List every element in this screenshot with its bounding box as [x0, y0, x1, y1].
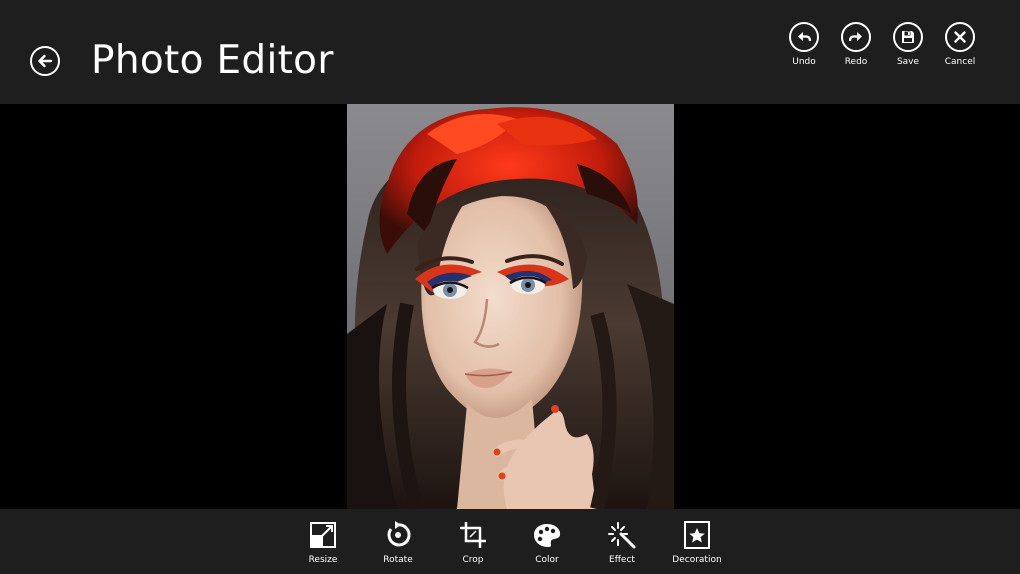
undo-icon: [798, 32, 812, 42]
undo-label: Undo: [792, 57, 816, 67]
save-icon: [902, 31, 914, 43]
rotate-icon: [387, 521, 411, 547]
effect-label: Effect: [609, 555, 635, 565]
bottom-toolbar: Resize Rotate Crop Color Effect Decorati…: [0, 509, 1020, 574]
color-tool-button[interactable]: Color: [511, 521, 583, 565]
decoration-label: Decoration: [672, 555, 722, 565]
back-button[interactable]: [30, 46, 60, 76]
resize-tool-button[interactable]: Resize: [287, 521, 359, 565]
resize-label: Resize: [308, 555, 338, 565]
page-title: Photo Editor: [91, 38, 334, 83]
back-arrow-icon: [38, 54, 53, 68]
save-button[interactable]: Save: [882, 22, 934, 67]
star-frame-icon: [684, 521, 710, 549]
redo-label: Redo: [844, 57, 868, 67]
save-label: Save: [896, 57, 920, 67]
undo-button[interactable]: Undo: [778, 22, 830, 67]
redo-icon: [848, 32, 862, 42]
magic-wand-icon: [608, 522, 636, 549]
cancel-label: Cancel: [944, 57, 976, 67]
color-label: Color: [535, 555, 559, 565]
resize-icon: [310, 522, 336, 548]
cancel-icon: [954, 31, 966, 43]
decoration-tool-button[interactable]: Decoration: [661, 521, 733, 565]
top-app-bar: Photo Editor Undo Redo Save Cancel: [0, 0, 1020, 104]
redo-button[interactable]: Redo: [830, 22, 882, 67]
crop-tool-button[interactable]: Crop: [437, 521, 509, 565]
crop-icon: [460, 522, 486, 548]
effect-tool-button[interactable]: Effect: [586, 521, 658, 565]
photo-preview[interactable]: [347, 104, 674, 509]
rotate-tool-button[interactable]: Rotate: [362, 521, 434, 565]
cancel-button[interactable]: Cancel: [934, 22, 986, 67]
rotate-label: Rotate: [383, 555, 413, 565]
portrait-image: [347, 104, 674, 509]
palette-icon: [534, 524, 561, 547]
editing-canvas: [0, 104, 1020, 509]
crop-label: Crop: [462, 555, 484, 565]
